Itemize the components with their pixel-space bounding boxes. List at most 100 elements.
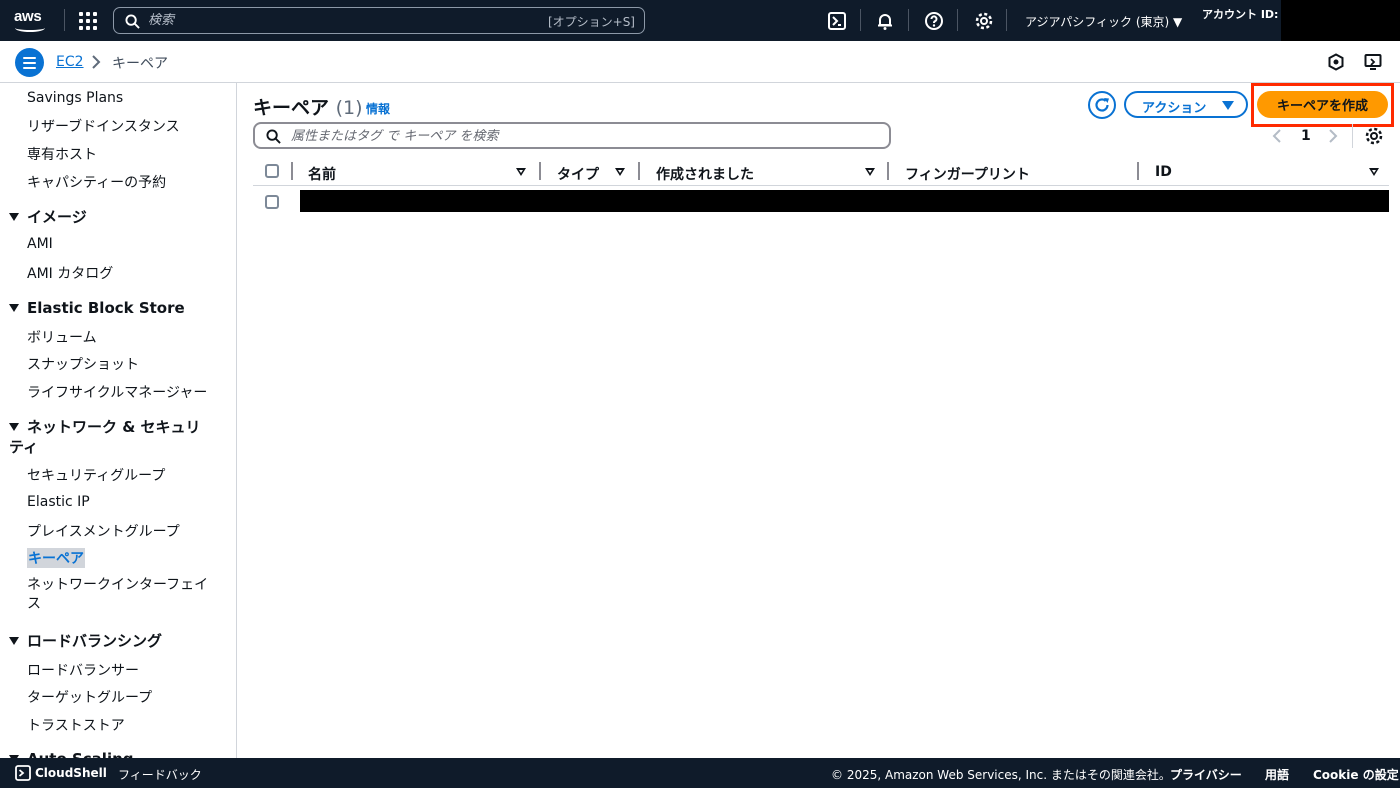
column-divider[interactable] [539,162,541,180]
aws-logo-text: aws [14,8,42,25]
sidebar-item-target-groups[interactable]: ターゲットグループ [27,687,152,707]
redacted-table-row [300,190,1389,212]
sidebar-section-label: Auto Scaling [27,750,134,758]
caret-down-icon [1222,101,1234,110]
key-pair-filter[interactable] [253,122,891,149]
gear-icon[interactable] [974,11,994,31]
sidebar-item-network-interfaces[interactable]: ネットワークインターフェイス [27,576,217,614]
region-selector[interactable]: アジアパシフィック (東京) ▼ [1025,13,1182,30]
select-all-checkbox[interactable] [265,164,279,178]
nav-divider [64,9,65,31]
sidebar-section-label: イメージ [27,208,87,226]
column-header-created[interactable]: 作成されました [656,164,754,184]
column-header-fingerprint[interactable]: フィンガープリント [905,164,1030,184]
column-divider[interactable] [1137,162,1139,180]
create-key-pair-button[interactable]: キーペアを作成 [1257,91,1388,118]
sidebar-section-auto-scaling[interactable]: Auto Scaling [9,750,134,758]
sidebar-item-ami-catalog[interactable]: AMI カタログ [27,263,113,283]
pager-divider [1352,124,1353,148]
search-icon [266,129,281,144]
resource-count: (1) [335,97,363,119]
sort-icon[interactable] [865,168,875,176]
help-icon[interactable] [924,11,944,31]
caret-down-icon [9,423,19,431]
caret-down-icon [9,637,19,645]
footer-copyright: © 2025, Amazon Web Services, Inc. またはその関… [831,768,1171,782]
notifications-hexagon-icon[interactable] [1327,53,1345,71]
top-navigation: aws [オプション+S] アジアパシフィック (東京) ▼ アカウント ID: [0,0,1400,41]
chevron-right-icon[interactable] [1328,129,1338,143]
sidebar-item-capacity-reservations[interactable]: キャパシティーの予約 [27,172,166,192]
footer-privacy-link[interactable]: プライバシー [1170,766,1242,783]
chevron-right-icon [92,55,101,69]
table-header-row: 名前 タイプ 作成されました フィンガープリント ID [253,159,1389,186]
nav-divider [860,9,861,31]
sidebar-section-load-balancing[interactable]: ロードバランシング [9,630,162,651]
global-search-input[interactable] [148,11,528,30]
sidebar-item-savings-plans[interactable]: Savings Plans [27,90,123,106]
sidebar-item-volumes[interactable]: ボリューム [27,327,97,347]
global-search[interactable]: [オプション+S] [113,7,645,34]
aws-smile-icon [15,24,45,32]
breadcrumb-ec2-link[interactable]: EC2 [56,54,84,70]
sidebar-item-trust-stores[interactable]: トラストストア [27,715,125,735]
footer-feedback-link[interactable]: フィードバック [118,766,202,783]
cloudshell-icon[interactable] [15,765,31,781]
gear-icon[interactable] [1364,126,1384,146]
tutorial-panel-icon[interactable] [1364,53,1382,71]
row-checkbox[interactable] [265,195,279,209]
breadcrumb-bar: EC2 キーペア [0,41,1400,83]
bell-icon[interactable] [875,11,895,31]
search-icon [125,14,140,29]
sidebar-item-security-groups[interactable]: セキュリティグループ [27,465,165,485]
footer-terms-link[interactable]: 用語 [1265,766,1289,783]
sidebar-section-label: ネットワーク & セキュリティ [9,418,201,456]
sidebar-section-ebs[interactable]: Elastic Block Store [9,299,185,317]
chevron-left-icon[interactable] [1272,129,1282,143]
breadcrumb-current: キーペア [112,56,168,72]
search-shortcut-hint: [オプション+S] [547,15,635,29]
sidebar-item-lifecycle-manager[interactable]: ライフサイクルマネージャー [27,382,207,402]
sidebar-item-dedicated-hosts[interactable]: 専有ホスト [27,144,97,164]
sort-icon[interactable] [1369,168,1379,176]
info-link[interactable]: 情報 [366,100,390,117]
redacted-account-id [1281,0,1400,41]
sort-icon[interactable] [516,168,526,176]
refresh-button[interactable] [1088,91,1116,119]
sidebar-section-label: Elastic Block Store [27,299,185,317]
sidebar-item-load-balancers[interactable]: ロードバランサー [27,660,139,680]
column-divider [291,162,293,180]
column-header-type[interactable]: タイプ [557,164,599,184]
refresh-icon [1095,98,1109,112]
sidebar-item-snapshots[interactable]: スナップショット [27,354,139,374]
column-header-name[interactable]: 名前 [308,164,336,184]
column-divider[interactable] [887,162,889,180]
caret-down-icon [9,304,19,312]
nav-divider [957,9,958,31]
key-pair-filter-input[interactable] [291,127,871,145]
sidebar-item-ami[interactable]: AMI [27,236,53,252]
sidebar-section-network-security[interactable]: ネットワーク & セキュリティ [9,417,209,457]
sidebar-section-images[interactable]: イメージ [9,206,87,227]
side-navigation: Savings Plans リザーブドインスタンス 専有ホスト キャパシティーの… [0,83,237,758]
sidebar-item-placement-groups[interactable]: プレイスメントグループ [27,521,180,541]
current-page-number[interactable]: 1 [1301,128,1311,144]
actions-dropdown-button[interactable]: アクション [1124,91,1248,118]
services-grid-icon[interactable] [79,12,97,30]
aws-logo[interactable]: aws [14,6,50,34]
sort-icon[interactable] [615,168,625,176]
footer-cloudshell-link[interactable]: CloudShell [35,766,107,780]
footer: CloudShell フィードバック © 2025, Amazon Web Se… [0,758,1400,788]
cloudshell-icon[interactable] [827,11,847,31]
column-header-id[interactable]: ID [1155,164,1172,180]
side-nav-toggle-button[interactable] [15,48,44,77]
column-divider[interactable] [638,162,640,180]
sidebar-item-elastic-ip[interactable]: Elastic IP [27,494,90,510]
nav-divider [908,9,909,31]
footer-cookie-link[interactable]: Cookie の設定 [1313,766,1399,783]
page-title-text: キーペア [253,97,330,119]
sidebar-item-reserved-instances[interactable]: リザーブドインスタンス [27,116,180,136]
sidebar-item-key-pairs[interactable]: キーペア [27,548,85,568]
account-menu[interactable]: アカウント ID: [1202,6,1278,22]
page-title: キーペア (1) [253,93,363,120]
